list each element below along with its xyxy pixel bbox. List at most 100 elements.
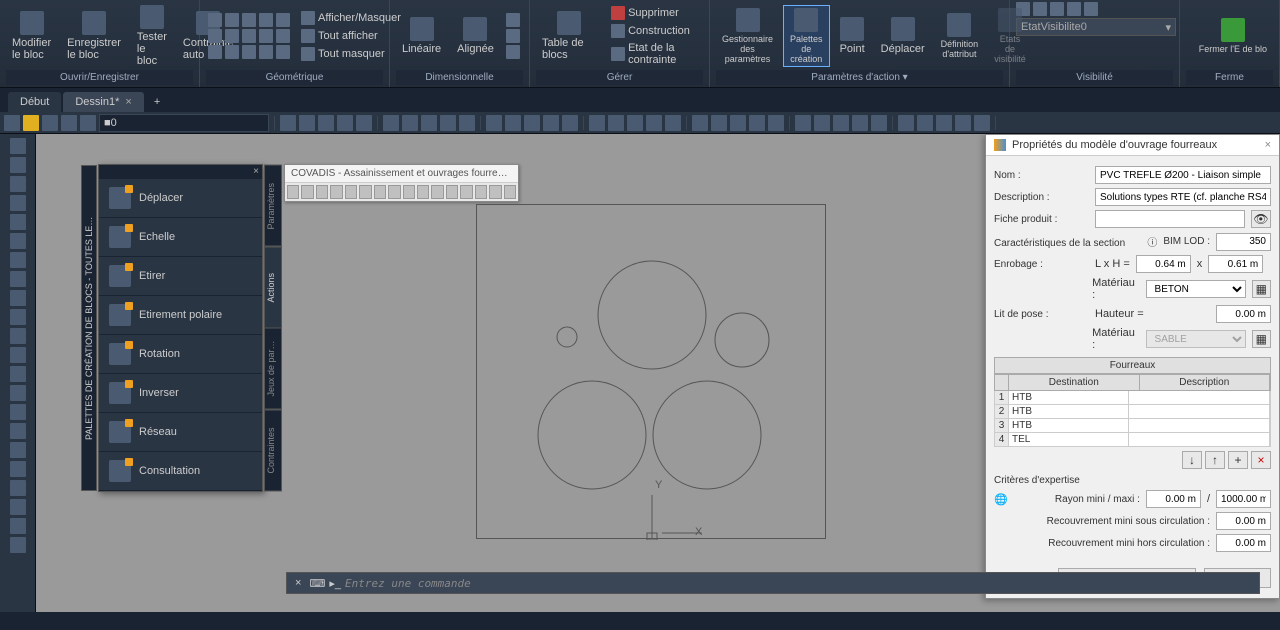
pick-icon[interactable]: ▦ bbox=[1252, 330, 1271, 348]
draw-tool-icon[interactable] bbox=[10, 309, 26, 325]
draw-tool-icon[interactable] bbox=[10, 328, 26, 344]
rmin-input[interactable] bbox=[1146, 490, 1201, 508]
recsc-input[interactable] bbox=[1216, 512, 1271, 530]
toolbar-icon[interactable] bbox=[692, 115, 708, 131]
draw-tool-icon[interactable] bbox=[10, 366, 26, 382]
toolbar-icon[interactable] bbox=[936, 115, 952, 131]
btn-point[interactable]: Point bbox=[834, 15, 871, 57]
hauteur-input[interactable] bbox=[1216, 305, 1271, 323]
toolbar-icon[interactable] bbox=[524, 115, 540, 131]
close-icon[interactable]: × bbox=[125, 96, 131, 108]
toolbar-icon[interactable] bbox=[356, 115, 372, 131]
table-row[interactable]: 2HTB bbox=[994, 405, 1271, 419]
toolbar-icon[interactable] bbox=[898, 115, 914, 131]
palette-item[interactable]: Echelle bbox=[99, 218, 262, 257]
bimlod-input[interactable] bbox=[1216, 233, 1271, 251]
palette-item[interactable]: Inverser bbox=[99, 374, 262, 413]
toolbar-icon[interactable] bbox=[917, 115, 933, 131]
height-input[interactable] bbox=[1208, 255, 1263, 273]
palette-tab-parametres[interactable]: Paramètres bbox=[264, 165, 282, 247]
btn-tout-masquer[interactable]: Tout masquer bbox=[298, 46, 404, 62]
toolbar-icon[interactable] bbox=[562, 115, 578, 131]
covadis-icon[interactable] bbox=[446, 185, 458, 199]
visibility-state-combo[interactable]: EtatVisibilite0▾ bbox=[1016, 18, 1176, 36]
toolbar-icon[interactable] bbox=[383, 115, 399, 131]
command-line[interactable]: × ⌨ ▸_ Entrez une commande bbox=[286, 572, 1260, 594]
draw-tool-icon[interactable] bbox=[10, 537, 26, 553]
draw-tool-icon[interactable] bbox=[10, 233, 26, 249]
toolbar-icon[interactable] bbox=[814, 115, 830, 131]
sun-icon[interactable] bbox=[23, 115, 39, 131]
palette-tab-actions[interactable]: Actions bbox=[264, 247, 282, 329]
covadis-icon[interactable] bbox=[287, 185, 299, 199]
draw-tool-icon[interactable] bbox=[10, 518, 26, 534]
draw-tool-icon[interactable] bbox=[10, 157, 26, 173]
toolbar-icon[interactable] bbox=[280, 115, 296, 131]
covadis-icon[interactable] bbox=[489, 185, 501, 199]
draw-tool-icon[interactable] bbox=[10, 423, 26, 439]
covadis-icon[interactable] bbox=[330, 185, 342, 199]
btn-palettes-creation[interactable]: Palettes de création bbox=[783, 5, 830, 67]
draw-tool-icon[interactable] bbox=[10, 252, 26, 268]
draw-tool-icon[interactable] bbox=[10, 290, 26, 306]
palette-tab-jeux[interactable]: Jeux de par… bbox=[264, 328, 282, 410]
nom-input[interactable] bbox=[1095, 166, 1271, 184]
command-input[interactable]: Entrez une commande bbox=[345, 577, 1255, 590]
palette-item[interactable]: Etirer bbox=[99, 257, 262, 296]
covadis-icon[interactable] bbox=[301, 185, 313, 199]
tool-icon[interactable] bbox=[80, 115, 96, 131]
toolbar-icon[interactable] bbox=[421, 115, 437, 131]
toolbar-icon[interactable] bbox=[955, 115, 971, 131]
covadis-icon[interactable] bbox=[345, 185, 357, 199]
toolbar-icon[interactable] bbox=[543, 115, 559, 131]
covadis-icon[interactable] bbox=[417, 185, 429, 199]
covadis-icon[interactable] bbox=[431, 185, 443, 199]
materiau-select[interactable]: BETON bbox=[1146, 280, 1246, 298]
draw-tool-icon[interactable] bbox=[10, 480, 26, 496]
close-icon[interactable]: × bbox=[1265, 139, 1271, 151]
toolbar-icon[interactable] bbox=[646, 115, 662, 131]
close-icon[interactable]: × bbox=[253, 166, 259, 178]
covadis-icon[interactable] bbox=[475, 185, 487, 199]
btn-lineaire[interactable]: Linéaire bbox=[396, 15, 447, 57]
draw-tool-icon[interactable] bbox=[10, 176, 26, 192]
btn-def-attribut[interactable]: Définition d'attribut bbox=[935, 11, 985, 61]
covadis-icon[interactable] bbox=[316, 185, 328, 199]
toolbar-icon[interactable] bbox=[627, 115, 643, 131]
btn-tout-afficher[interactable]: Tout afficher bbox=[298, 28, 404, 44]
toolbar-icon[interactable] bbox=[459, 115, 475, 131]
draw-tool-icon[interactable] bbox=[10, 195, 26, 211]
covadis-icon[interactable] bbox=[388, 185, 400, 199]
palette-item[interactable]: Consultation bbox=[99, 452, 262, 491]
tool-icon[interactable] bbox=[61, 115, 77, 131]
draw-tool-icon[interactable] bbox=[10, 271, 26, 287]
toolbar-icon[interactable] bbox=[486, 115, 502, 131]
toolbar-icon[interactable] bbox=[749, 115, 765, 131]
btn-construction[interactable]: Construction bbox=[608, 23, 701, 39]
palette-item[interactable]: Déplacer bbox=[99, 179, 262, 218]
layer-combo[interactable]: ■ 0 bbox=[99, 114, 269, 132]
btn-alignee[interactable]: Alignée bbox=[451, 15, 500, 57]
btn-afficher-masquer[interactable]: Afficher/Masquer bbox=[298, 10, 404, 26]
browse-icon[interactable]: 👁 bbox=[1251, 210, 1271, 228]
covadis-icon[interactable] bbox=[504, 185, 516, 199]
rmax-input[interactable] bbox=[1216, 490, 1271, 508]
draw-tool-icon[interactable] bbox=[10, 404, 26, 420]
draw-tool-icon[interactable] bbox=[10, 347, 26, 363]
covadis-icon[interactable] bbox=[403, 185, 415, 199]
covadis-icon[interactable] bbox=[359, 185, 371, 199]
toolbar-icon[interactable] bbox=[589, 115, 605, 131]
toolbar-icon[interactable] bbox=[665, 115, 681, 131]
palette-item[interactable]: Etirement polaire bbox=[99, 296, 262, 335]
drawing-canvas[interactable]: PALETTES DE CRÉATION DE BLOCS - TOUTES L… bbox=[36, 134, 1280, 612]
btn-tester-bloc[interactable]: Tester le bloc bbox=[131, 3, 173, 69]
toolbar-icon[interactable] bbox=[871, 115, 887, 131]
draw-tool-icon[interactable] bbox=[10, 385, 26, 401]
toolbar-icon[interactable] bbox=[299, 115, 315, 131]
move-up-button[interactable]: ↑ bbox=[1205, 451, 1225, 469]
btn-deplacer[interactable]: Déplacer bbox=[875, 15, 931, 57]
tab-debut[interactable]: Début bbox=[8, 92, 61, 112]
draw-tool-icon[interactable] bbox=[10, 461, 26, 477]
add-row-button[interactable]: + bbox=[1228, 451, 1248, 469]
tool-icon[interactable] bbox=[42, 115, 58, 131]
